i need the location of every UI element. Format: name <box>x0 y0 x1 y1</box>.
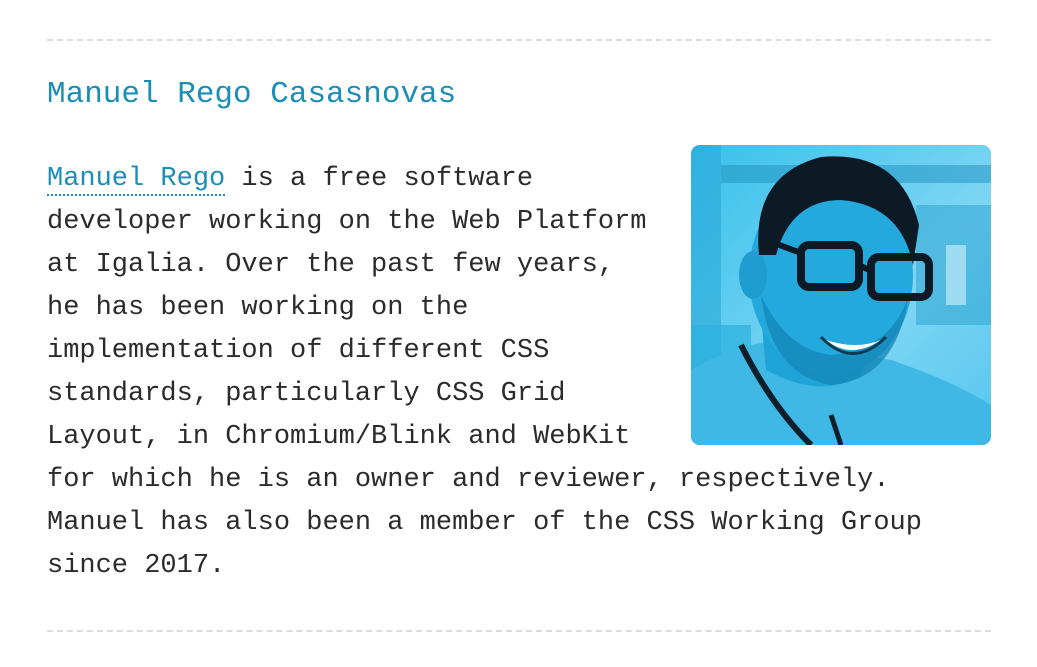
speaker-section: Manuel Rego Casasnovas Manuel Rego is a … <box>47 39 991 581</box>
section-divider <box>47 630 991 632</box>
speaker-name-heading: Manuel Rego Casasnovas <box>47 77 457 112</box>
portrait-image <box>691 145 991 445</box>
speaker-bio-container: Manuel Rego is a free software developer… <box>47 145 991 588</box>
speaker-profile-link[interactable]: Manuel Rego <box>47 164 226 196</box>
speaker-photo <box>691 145 991 445</box>
